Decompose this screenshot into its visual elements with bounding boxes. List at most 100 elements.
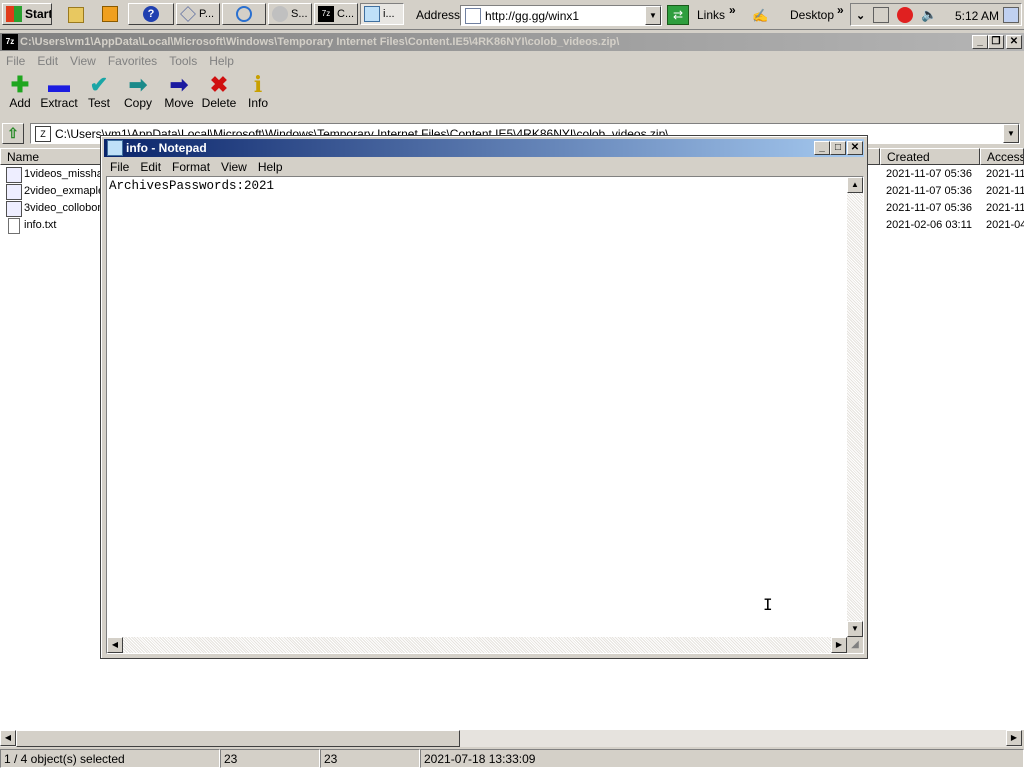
horizontal-scrollbar[interactable]: ◀ ▶ [0,730,1022,747]
file-created: 2021-11-07 05:36 [886,202,973,214]
check-icon: ✔ [89,72,109,97]
resize-grip-icon[interactable]: ◢ [847,637,863,653]
file-accessed: 2021-11 [986,185,1024,197]
column-header-accessed[interactable]: Access [980,148,1024,165]
address-dropdown-button[interactable]: ▼ [645,6,661,25]
notepad-titlebar[interactable]: info - Notepad _ □ ✕ [104,139,864,157]
scroll-right-button[interactable]: ▶ [831,637,847,653]
volume-icon[interactable]: 🔈 [921,7,937,23]
notepad-text-area[interactable]: ArchivesPasswords:2021 I ▲ ▼ ◀ ▶ ◢ [106,176,864,654]
text-cursor-icon: I [763,595,773,614]
close-button[interactable]: ✕ [1006,35,1022,49]
menu-help[interactable]: Help [252,160,288,174]
desktop-label[interactable]: Desktop [790,8,834,22]
copy-button[interactable]: ➡ Copy [118,72,158,118]
status-size: 23 [220,749,320,768]
scroll-thumb[interactable] [16,730,460,747]
status-selection: 1 / 4 object(s) selected [0,749,220,768]
status-bar: 1 / 4 object(s) selected 23 23 2021-07-1… [0,749,1024,768]
windows-logo-icon [6,6,22,22]
page-icon [465,7,481,24]
chevron-icon[interactable]: » [837,3,844,17]
app-icon [272,6,288,22]
zip-archive-icon: Z [35,125,51,142]
notepad-content[interactable]: ArchivesPasswords:2021 [109,179,274,193]
address-input[interactable]: http://gg.gg/winx1 [485,9,579,23]
scroll-down-button[interactable]: ▼ [847,621,863,637]
taskbar-item-p[interactable]: P... [176,3,220,25]
taskbar-item-notepad[interactable]: i... [360,3,404,25]
system-tray: ⌄ 🔈 5:12 AM [850,3,1022,26]
address-label: Address [416,8,461,22]
menu-format[interactable]: Format [166,160,215,174]
column-header-created[interactable]: Created [880,148,980,165]
file-name: info.txt [24,219,57,231]
app-icon [180,6,196,22]
video-file-icon [6,184,22,200]
notepad-title: info - Notepad [126,141,207,155]
path-dropdown-button[interactable]: ▼ [1003,124,1019,143]
minimize-button[interactable]: _ [972,35,988,49]
network-icon[interactable] [873,7,889,23]
media-player-icon[interactable] [102,6,118,22]
folder-icon[interactable] [68,7,84,23]
help-button[interactable]: ? [128,3,174,25]
chevron-down-icon[interactable]: ⌄ [856,9,865,22]
menu-help[interactable]: Help [203,54,240,68]
taskbar-item-s[interactable]: S... [268,3,312,25]
extract-button[interactable]: ▬ Extract [39,72,79,118]
delete-button[interactable]: ✖ Delete [199,72,239,118]
status-modified: 2021-07-18 13:33:09 [420,749,1024,768]
keyboard-icon[interactable] [1003,7,1019,23]
menu-favorites[interactable]: Favorites [102,54,163,68]
scroll-left-button[interactable]: ◀ [107,637,123,653]
test-button[interactable]: ✔ Test [79,72,119,118]
taskbar-item-c[interactable]: 7z C... [314,3,358,25]
address-bar[interactable]: http://gg.gg/winx1 ▼ [460,5,662,26]
menu-tools[interactable]: Tools [163,54,203,68]
menu-file[interactable]: File [104,160,134,174]
scroll-right-button[interactable]: ▶ [1006,730,1022,746]
checkbox-icon[interactable]: ✍ [752,8,768,24]
minus-icon: ▬ [48,72,70,97]
file-name: 2video_exmaple [24,185,105,197]
up-folder-button[interactable]: ⇧ [2,123,24,144]
security-alert-icon[interactable] [897,7,913,23]
video-file-icon [6,201,22,217]
zip-menubar: File Edit View Favorites Tools Help [0,52,1024,70]
vertical-scrollbar[interactable]: ▲ ▼ [847,177,863,637]
move-button[interactable]: ➡ Move [159,72,199,118]
zip-titlebar: 7z C:\Users\vm1\AppData\Local\Microsoft\… [0,33,1024,51]
scroll-left-button[interactable]: ◀ [0,730,16,746]
maximize-button[interactable]: □ [830,141,846,155]
file-name: 1videos_missha [24,168,103,180]
menu-edit[interactable]: Edit [134,160,166,174]
info-button[interactable]: i Info [238,72,278,118]
copy-arrow-icon: ➡ [128,72,148,97]
help-icon: ? [143,6,159,22]
start-button[interactable]: Start [2,3,52,25]
taskbar-item-ie[interactable] [222,3,266,25]
menu-file[interactable]: File [0,54,31,68]
chevron-icon[interactable]: » [729,3,736,17]
menu-edit[interactable]: Edit [31,54,64,68]
scroll-up-button[interactable]: ▲ [847,177,863,193]
minimize-button[interactable]: _ [814,141,830,155]
links-label[interactable]: Links [697,8,725,22]
restore-button[interactable]: ❐ [988,35,1004,49]
file-accessed: 2021-11 [986,202,1024,214]
notepad-menubar: File Edit Format View Help [104,158,288,176]
add-button[interactable]: ✚ Add [0,72,40,118]
menu-view[interactable]: View [215,160,252,174]
notepad-icon [364,6,380,22]
close-button[interactable]: ✕ [847,141,863,155]
file-name: 3video_collobor [24,202,102,214]
delete-x-icon: ✖ [209,72,229,97]
menu-view[interactable]: View [64,54,102,68]
plus-icon: ✚ [10,72,30,97]
notepad-icon [107,140,123,156]
file-accessed: 2021-04 [986,219,1024,231]
horizontal-scrollbar[interactable]: ◀ ▶ [107,637,847,653]
notepad-window: info - Notepad _ □ ✕ File Edit Format Vi… [100,135,868,659]
go-icon[interactable]: ⇄ [667,5,689,25]
